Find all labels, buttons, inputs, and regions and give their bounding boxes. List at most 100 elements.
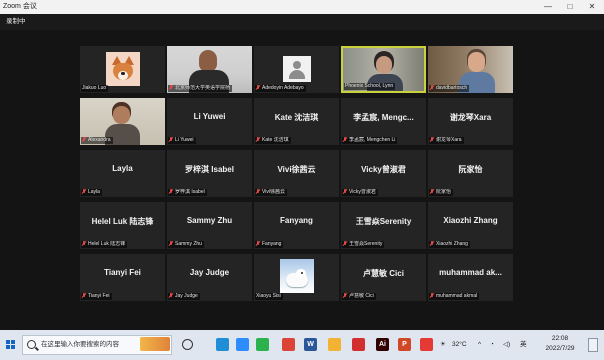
muted-mic-icon xyxy=(430,137,434,142)
chrome-icon[interactable] xyxy=(282,338,295,351)
participant-name: muhammad akmal xyxy=(436,293,478,299)
participant-name: Kate 沈洁琪 xyxy=(262,137,289,143)
muted-mic-icon xyxy=(343,241,347,246)
participant-name-label: Helel Luk 陆志锋 xyxy=(81,241,128,248)
volume-icon[interactable]: ◁) xyxy=(503,330,510,360)
participant-tile[interactable]: Tianyi Fei Tianyi Fei xyxy=(80,254,165,301)
gallery-view: Jiakuo Luo 北京师范大学英语学院杨 Adedoyin Adebayo Pho… xyxy=(0,30,604,330)
word-icon[interactable]: W xyxy=(304,338,317,351)
participant-tile[interactable]: 卢慧敏 Cici 卢慧敏 Cici xyxy=(341,254,426,301)
network-icon[interactable]: ◔ xyxy=(490,330,494,360)
participant-name-label: 谢龙琴Xara xyxy=(429,137,464,144)
red-app-icon[interactable] xyxy=(420,338,433,351)
participant-name-label: Vivi徐茜云 xyxy=(255,189,287,196)
participant-tile[interactable]: 李孟宸, Mengc... 李孟宸, Mengchen Li xyxy=(341,98,426,145)
participant-tile[interactable]: davidbartosch xyxy=(428,46,513,93)
participant-tile[interactable]: Phoenix School, Lynn xyxy=(341,46,426,93)
illustrator-icon[interactable]: Ai xyxy=(376,338,389,351)
muted-mic-icon xyxy=(169,137,173,142)
participant-name: Vicky曾淑君 xyxy=(349,189,376,195)
participant-tile[interactable]: 罗梓淇 Isabel 罗梓淇 Isabel xyxy=(167,150,252,197)
participant-name-label: Fanyang xyxy=(255,241,284,248)
wechat-icon[interactable] xyxy=(256,338,269,351)
participant-name-label: Layla xyxy=(81,189,102,196)
file-explorer-icon[interactable] xyxy=(328,338,341,351)
participant-tile[interactable]: Kate 沈洁琪 Kate 沈洁琪 xyxy=(254,98,339,145)
weather-temperature[interactable]: 32°C xyxy=(452,330,467,360)
search-highlight-icon[interactable] xyxy=(140,337,170,351)
participant-name-label: Vicky曾淑君 xyxy=(342,189,378,196)
participant-display-name: Sammy Zhu xyxy=(186,216,233,225)
participant-display-name: Helel Luk 陆志锋 xyxy=(91,217,154,226)
participant-tile[interactable]: 阮家怡 阮家怡 xyxy=(428,150,513,197)
participant-name: 阮家怡 xyxy=(436,189,452,195)
powerpoint-icon[interactable]: P xyxy=(398,338,411,351)
participant-tile[interactable]: Fanyang Fanyang xyxy=(254,202,339,249)
participant-name-label: davidbartosch xyxy=(429,85,470,92)
participant-tile[interactable]: Jay Judge Jay Judge xyxy=(167,254,252,301)
muted-mic-icon xyxy=(343,189,347,194)
participant-name: Li Yuwei xyxy=(175,137,194,143)
participant-display-name: Tianyi Fei xyxy=(104,268,141,277)
participant-tile[interactable]: muhammad ak... muhammad akmal xyxy=(428,254,513,301)
participant-tile[interactable]: Vivi徐茜云 Vivi徐茜云 xyxy=(254,150,339,197)
participant-tile[interactable]: Xiaozhi Zhang Xiaozhi Zhang xyxy=(428,202,513,249)
participant-name-label: Li Yuwei xyxy=(168,137,196,144)
participant-tile[interactable]: Jiakuo Luo xyxy=(80,46,165,93)
participant-tile[interactable]: Vicky曾淑君 Vicky曾淑君 xyxy=(341,150,426,197)
participant-display-name: Layla xyxy=(112,164,133,173)
muted-mic-icon xyxy=(82,293,86,298)
participant-tile[interactable]: Xiaoyu Sisi xyxy=(254,254,339,301)
participant-tile[interactable]: 谢龙琴Xara 谢龙琴Xara xyxy=(428,98,513,145)
participant-tile[interactable]: Alexandra xyxy=(80,98,165,145)
fox-avatar-icon xyxy=(105,52,140,86)
muted-mic-icon xyxy=(430,293,434,298)
participant-display-name: 王雪焱Serenity xyxy=(355,217,412,226)
tray-overflow-icon[interactable]: ^ xyxy=(478,330,481,360)
participant-display-name: Vicky曾淑君 xyxy=(361,165,406,174)
weather-icon[interactable]: ☀ xyxy=(440,330,446,360)
maximize-button[interactable]: □ xyxy=(560,0,580,14)
search-icon xyxy=(27,340,36,349)
participant-name: 王雪焱Serenity xyxy=(349,241,383,247)
participant-name-label: Jiakuo Luo xyxy=(81,85,109,92)
participant-name-label: Tianyi Fei xyxy=(81,293,112,300)
edge-icon[interactable] xyxy=(216,338,229,351)
acrobat-icon[interactable] xyxy=(352,338,365,351)
participant-name-label: 李孟宸, Mengchen Li xyxy=(342,137,398,144)
participant-name-label: Kate 沈洁琪 xyxy=(255,137,291,144)
participant-tile[interactable]: Layla Layla xyxy=(80,150,165,197)
muted-mic-icon xyxy=(256,241,260,246)
muted-mic-icon xyxy=(256,85,260,90)
windows-start-icon[interactable] xyxy=(6,340,16,350)
task-view-icon[interactable] xyxy=(182,339,193,350)
participant-name: Vivi徐茜云 xyxy=(262,189,285,195)
taskbar-clock[interactable]: 22:08 2022/7/29 xyxy=(540,334,580,354)
participant-tile[interactable]: 王雪焱Serenity 王雪焱Serenity xyxy=(341,202,426,249)
participant-name: davidbartosch xyxy=(436,85,468,91)
participant-name: 谢龙琴Xara xyxy=(436,137,462,143)
participant-name: Layla xyxy=(88,189,100,195)
participant-tile[interactable]: Li Yuwei Li Yuwei xyxy=(167,98,252,145)
participant-name-label: Xiaoyu Sisi xyxy=(255,293,283,300)
participant-tile[interactable]: 北京师范大学英语学院杨 xyxy=(167,46,252,93)
participant-tile[interactable]: Helel Luk 陆志锋 Helel Luk 陆志锋 xyxy=(80,202,165,249)
zoom-icon[interactable] xyxy=(236,338,249,351)
participant-name: Sammy Zhu xyxy=(175,241,202,247)
windows-taskbar: 在这里输入你要搜索的内容 W Ai P ☀ 32°C ^ ◔ ◁) 英 22:08 … xyxy=(0,330,604,360)
participant-name-label: 阮家怡 xyxy=(429,189,454,196)
participant-name-label: muhammad akmal xyxy=(429,293,480,300)
participant-display-name: 罗梓淇 Isabel xyxy=(185,165,234,174)
participant-tile[interactable]: Sammy Zhu Sammy Zhu xyxy=(167,202,252,249)
window-title-bar: Zoom 会议 — □ ✕ xyxy=(0,0,604,14)
notification-icon[interactable] xyxy=(588,338,598,352)
close-button[interactable]: ✕ xyxy=(582,0,602,14)
minimize-button[interactable]: — xyxy=(538,0,558,14)
participant-display-name: 谢龙琴Xara xyxy=(449,113,492,122)
participant-display-name: Xiaozhi Zhang xyxy=(443,216,498,225)
participant-name-label: Alexandra xyxy=(81,137,113,144)
input-method-indicator[interactable]: 英 xyxy=(520,330,527,360)
participant-tile[interactable]: Adedoyin Adebayo xyxy=(254,46,339,93)
participant-name: Tianyi Fei xyxy=(88,293,110,299)
participant-name: 卢慧敏 Cici xyxy=(349,293,374,299)
